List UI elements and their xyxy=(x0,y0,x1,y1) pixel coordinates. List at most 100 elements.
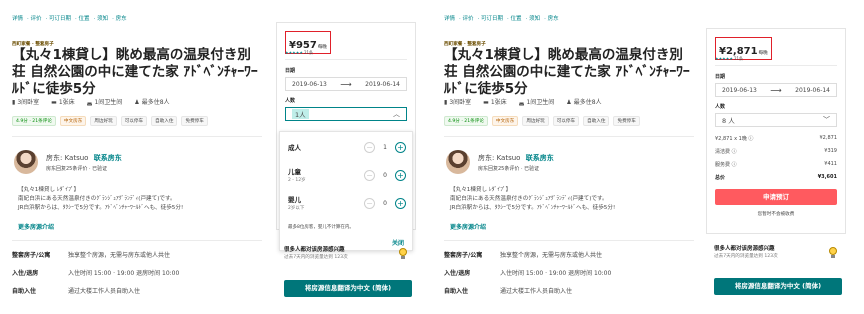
nav-rules[interactable]: 须知 xyxy=(529,16,540,22)
bed-icon: ▬ xyxy=(483,99,489,106)
checkin-date[interactable]: 2019-06-13 xyxy=(292,81,327,88)
fee-row: 清洁费 ⓘ ¥319 xyxy=(715,148,837,155)
listing-title: 【丸々1棟貸し】眺め最高の温泉付き別荘 自然公園の中に建てた家 ｱﾄﾞﾍﾞﾝﾁｬ… xyxy=(12,47,258,97)
checkout-date[interactable]: 2019-06-14 xyxy=(365,81,400,88)
guests-select[interactable]: 1人 ︿ xyxy=(285,107,407,121)
request-book-button[interactable]: 申请预订 xyxy=(715,189,837,205)
host-line: 房东: Katsuo 联系房东 xyxy=(478,154,554,162)
rating-stars: ★★★★★21条 xyxy=(715,56,744,61)
rating-stars: ★★★★★21条 xyxy=(285,50,314,55)
popular-notice: 很多人都对该房源感兴趣 过去7天内的浏览量达到 123次 xyxy=(714,246,778,259)
nav-rules[interactable]: 须知 xyxy=(97,16,108,22)
divider xyxy=(12,136,262,137)
detail-row: 整套房子/公寓 独享整个房源，无需与房东或他人共住 xyxy=(444,252,603,259)
bath-icon: ◛ xyxy=(518,99,525,106)
chevron-down-icon: ﹀ xyxy=(823,116,830,124)
nav-availability[interactable]: 可订日期 xyxy=(49,16,71,22)
tag-parking: 可以停车 xyxy=(120,116,148,126)
guests-value: 8 人 xyxy=(722,117,735,125)
minus-button[interactable]: − xyxy=(364,170,375,181)
date-range-picker[interactable]: 2019-06-13 ⟶ 2019-06-14 xyxy=(285,77,407,91)
tag-free-parking: 免费停车 xyxy=(181,116,208,126)
translate-button[interactable]: 将房源信息翻译为中文 (简体) xyxy=(714,278,842,295)
plus-button[interactable]: + xyxy=(395,198,406,209)
guests-label: 人数 xyxy=(715,104,726,110)
dates-label: 日期 xyxy=(285,68,296,74)
section-nav: 详情 · 评价 · 可订日期 · 位置 · 须知 · 房东 xyxy=(12,16,127,22)
door-icon: ▮ xyxy=(12,99,16,106)
listing-description: 【丸々1棟貸し ﾚﾀﾞｲﾌﾟ】 南紀白浜にある天然温泉付きのｸﾞﾗﾝｼﾞｭｱｸﾞ… xyxy=(18,187,184,211)
host-name: Katsuo xyxy=(64,154,89,162)
guests-dropdown: 成人 − 1 + 儿童 2 - 12岁 − 0 + 婴儿 2岁以下 − 0 + … xyxy=(279,131,413,251)
tag-nearby: 周边好玩 xyxy=(90,116,117,126)
guests-select[interactable]: 8 人 ﹀ xyxy=(715,113,837,127)
fee-row: 服务费 ⓘ ¥411 xyxy=(715,161,837,168)
detail-row: 自助入住 通过大楼工作人员自助入住 xyxy=(444,288,573,295)
max-guests: ♟ 最多住8人 xyxy=(566,99,602,106)
beds: ▬ 1张床 xyxy=(51,99,75,106)
tag-chinese-host: 中文房东 xyxy=(491,116,519,126)
tag-parking: 可以停车 xyxy=(552,116,580,126)
fee-row: ¥2,871 x 1晚 ⓘ ¥2,871 xyxy=(715,135,837,142)
translate-button[interactable]: 将房源信息翻译为中文 (简体) xyxy=(284,280,412,297)
nav-details[interactable]: 详情 xyxy=(444,16,455,22)
beds: ▬ 1张床 xyxy=(483,99,507,106)
nav-reviews[interactable]: 评价 xyxy=(31,16,42,22)
minus-button[interactable]: − xyxy=(364,198,375,209)
nav-location[interactable]: 位置 xyxy=(511,16,522,22)
bathrooms: ◛ 1间卫生间 xyxy=(518,99,555,106)
chevron-up-icon: ︿ xyxy=(393,110,400,118)
checkin-date[interactable]: 2019-06-13 xyxy=(722,87,757,94)
infant-row: 婴儿 2岁以下 − 0 + xyxy=(288,194,406,211)
tag-self-checkin: 自助入住 xyxy=(151,116,178,126)
child-row: 儿童 2 - 12岁 − 0 + xyxy=(288,166,406,183)
tag-nearby: 周边好玩 xyxy=(522,116,549,126)
section-nav: 详情 · 评价 · 可订日期 · 位置 · 须知 · 房东 xyxy=(444,16,559,22)
contact-host-link[interactable]: 联系房东 xyxy=(94,154,122,162)
nav-host[interactable]: 房东 xyxy=(116,16,127,22)
checkout-date[interactable]: 2019-06-14 xyxy=(795,87,830,94)
nav-availability[interactable]: 可订日期 xyxy=(481,16,503,22)
close-button[interactable]: 关闭 xyxy=(392,238,404,247)
plus-button[interactable]: + xyxy=(395,142,406,153)
nav-reviews[interactable]: 评价 xyxy=(463,16,474,22)
dates-label: 日期 xyxy=(715,74,726,80)
max-guests: ♟ 最多住8人 xyxy=(134,99,170,106)
people-icon: ♟ xyxy=(566,99,572,106)
child-stepper: − 0 + xyxy=(364,170,406,181)
listing-description: 【丸々1棟貸し ﾚﾀﾞｲﾌﾟ】 南紀白浜にある天然温泉付きのｸﾞﾗﾝｼﾞｭｱｸﾞ… xyxy=(450,187,616,211)
detail-row: 整套房子/公寓 独享整个房源，无需与房东或他人共住 xyxy=(12,252,171,259)
more-description-link[interactable]: 更多房源介绍 xyxy=(450,222,486,231)
contact-host-link[interactable]: 联系房东 xyxy=(526,154,554,162)
plus-button[interactable]: + xyxy=(395,170,406,181)
nav-details[interactable]: 详情 xyxy=(12,16,23,22)
nav-host[interactable]: 房东 xyxy=(548,16,559,22)
listing-panel-right: 详情 · 评价 · 可订日期 · 位置 · 须知 · 房东 西町家餐 · 整套房子 【丸々… xyxy=(432,0,864,314)
divider xyxy=(715,65,837,66)
date-range-picker[interactable]: 2019-06-13 ⟶ 2019-06-14 xyxy=(715,83,837,97)
host-avatar[interactable] xyxy=(446,150,470,174)
bed-icon: ▬ xyxy=(51,99,57,106)
arrow-right-icon: ⟶ xyxy=(770,85,782,95)
popular-notice: 很多人都对该房源感兴趣 过去7天内的浏览量达到 123次 xyxy=(284,247,348,260)
listing-tags: 4.9分 · 21条评论 中文房东 周边好玩 可以停车 自助入住 免费停车 xyxy=(444,116,640,126)
door-icon: ▮ xyxy=(444,99,448,106)
guests-label: 人数 xyxy=(285,98,296,104)
bedrooms: ▮ 3间卧室 xyxy=(12,99,40,106)
more-description-link[interactable]: 更多房源介绍 xyxy=(18,222,54,231)
host-line: 房东: Katsuo 联系房东 xyxy=(46,154,122,162)
divider xyxy=(285,59,407,60)
listing-panel-left: 详情 · 评价 · 可订日期 · 位置 · 须知 · 房东 西町家餐 · 整套房子 【丸々… xyxy=(0,0,432,314)
nav-location[interactable]: 位置 xyxy=(79,16,90,22)
listing-title: 【丸々1棟貸し】眺め最高の温泉付き別荘 自然公園の中に建てた家 ｱﾄﾞﾍﾞﾝﾁｬ… xyxy=(444,47,690,97)
bathrooms: ◛ 1间卫生间 xyxy=(86,99,123,106)
listing-tags: 4.9分 · 21条评论 中文房东 周边好玩 可以停车 自助入住 免费停车 xyxy=(12,116,208,126)
detail-row: 入住/退房 入住时间 15:00 · 19:00 退房时间 10:00 xyxy=(444,270,612,277)
lightbulb-icon xyxy=(398,248,408,260)
host-avatar[interactable] xyxy=(14,150,38,174)
divider xyxy=(444,240,694,241)
tag-rating: 4.9分 · 21条评论 xyxy=(444,116,488,126)
detail-row: 自助入住 通过大楼工作人员自助入住 xyxy=(12,288,141,295)
minus-button[interactable]: − xyxy=(364,142,375,153)
infant-stepper: − 0 + xyxy=(364,198,406,209)
